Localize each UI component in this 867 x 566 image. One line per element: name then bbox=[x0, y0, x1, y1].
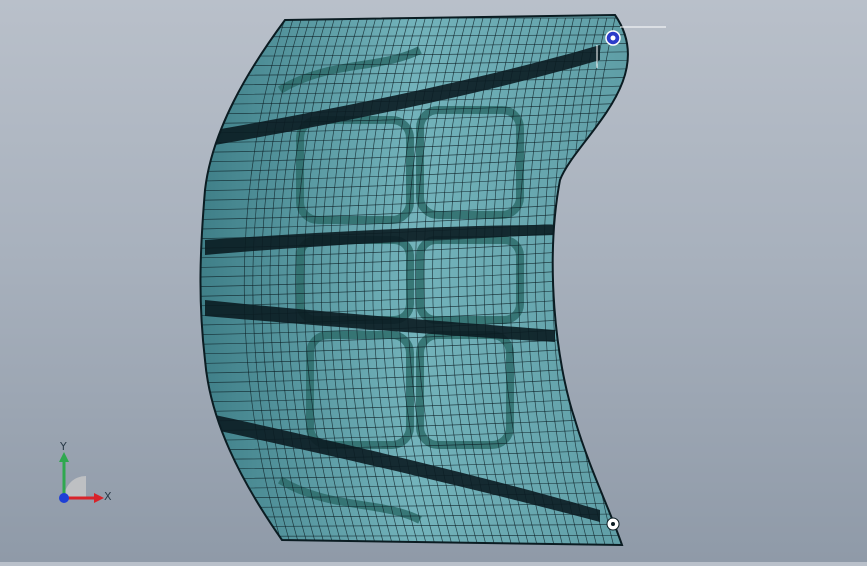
y-axis-label: Y bbox=[60, 440, 67, 453]
x-axis-label: X bbox=[104, 490, 112, 503]
bottom-reference-marker[interactable] bbox=[607, 518, 619, 530]
hood-model-mesh[interactable] bbox=[0, 0, 867, 562]
z-axis-dot-icon bbox=[59, 493, 69, 503]
graphics-viewport[interactable]: Y X bbox=[0, 0, 867, 562]
orientation-triad: Y X bbox=[40, 440, 120, 520]
